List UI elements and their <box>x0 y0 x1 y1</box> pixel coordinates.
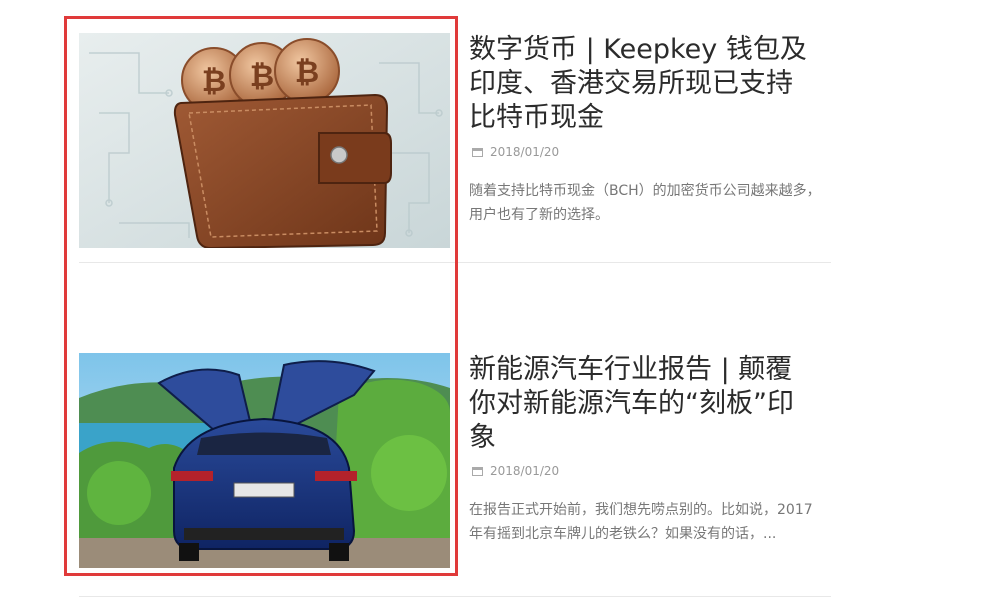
post-excerpt: 随着支持比特币现金（BCH）的加密货币公司越来越多，用户也有了新的选择。 <box>469 183 821 223</box>
svg-text:₿: ₿ <box>295 55 319 90</box>
post-excerpt: 在报告正式开始前，我们想先唠点别的。比如说，2017年有摇到北京车牌儿的老铁么？… <box>469 502 813 542</box>
post-date-text: 2018/01/20 <box>490 145 560 159</box>
post-date-text: 2018/01/20 <box>490 464 560 478</box>
post-date: 2018/01/20 <box>472 145 559 159</box>
blue-suv-image <box>79 353 450 568</box>
post-date: 2018/01/20 <box>472 464 559 478</box>
svg-text:₿: ₿ <box>202 64 226 99</box>
svg-text:₿: ₿ <box>250 59 274 94</box>
post-divider <box>79 596 831 597</box>
post-divider <box>79 262 831 263</box>
calendar-icon <box>472 148 483 157</box>
post-list-page: ₿ ₿ ₿ 数字货币 | Keepkey 钱包及印度、香港交易所现已支持比特币现… <box>0 0 995 609</box>
post-thumbnail-link[interactable] <box>79 353 450 568</box>
post-title[interactable]: 数字货币 | Keepkey 钱包及印度、香港交易所现已支持比特币现金 <box>469 33 819 135</box>
post-thumbnail-link[interactable]: ₿ ₿ ₿ <box>79 33 450 248</box>
wallet-bitcoin-image: ₿ ₿ ₿ <box>79 33 450 248</box>
calendar-icon <box>472 467 483 476</box>
post-title[interactable]: 新能源汽车行业报告 | 颠覆你对新能源汽车的“刻板”印象 <box>469 353 819 455</box>
